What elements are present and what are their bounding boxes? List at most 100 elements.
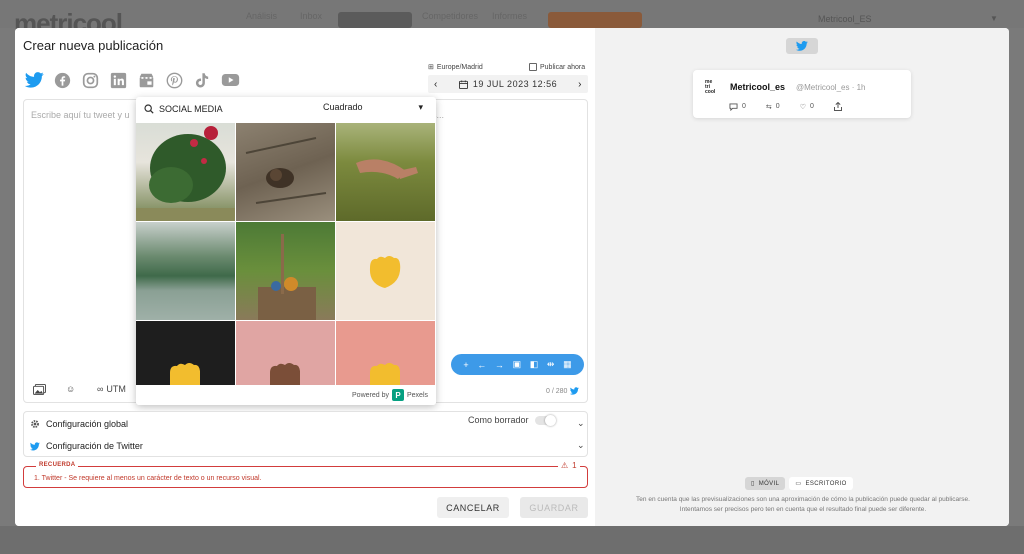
calendar-icon [458, 79, 468, 89]
arrow-left-icon[interactable]: ← [477, 360, 486, 370]
photo-thumbnail[interactable] [236, 222, 335, 320]
twitter-icon[interactable] [24, 70, 44, 90]
checkbox-icon [529, 63, 537, 71]
timezone-selector[interactable]: ⊞ Europe/Madrid [428, 63, 483, 72]
pexels-label: Pexels [406, 391, 428, 399]
gear-icon [31, 420, 39, 428]
format-select-value: Cuadrado [323, 102, 363, 112]
save-button[interactable]: GUARDAR [520, 497, 588, 518]
photo-thumbnail[interactable] [336, 123, 435, 221]
photo-thumbnail[interactable] [136, 222, 235, 320]
utm-button[interactable]: ∞ UTM [97, 384, 126, 394]
media-format-toolbar: + ← → ▣ ◧ ⇹ ▦ [451, 354, 584, 375]
preview-account-handle: @Metricool_es · 1h [796, 83, 866, 92]
tiktok-icon[interactable] [192, 70, 212, 90]
preview-network-tab[interactable] [786, 38, 818, 54]
preview-panel: me tri cool Metricool_es @Metricool_es ·… [595, 28, 1009, 526]
phone-icon: ▯ [751, 481, 755, 487]
picker-search-input[interactable] [159, 104, 279, 114]
chevron-down-icon[interactable]: ⌄ [577, 440, 585, 451]
avatar-line: cool [705, 89, 716, 95]
chevron-down-icon[interactable]: ⌄ [577, 418, 585, 429]
reminder-count: ⚠ 1 [558, 461, 580, 470]
photo-thumbnail[interactable] [236, 123, 335, 221]
date-value: 19 JUL 2023 12:56 [472, 79, 558, 89]
globe-icon: ⊞ [428, 64, 434, 71]
powered-by-label: Powered by [352, 391, 389, 399]
global-config-label: Configuración global [46, 419, 129, 429]
facebook-icon[interactable] [52, 70, 72, 90]
network-selector [24, 70, 240, 90]
like-action: ♡ 0 [800, 102, 814, 111]
cancel-button[interactable]: CANCELAR [437, 497, 509, 518]
photo-thumbnail[interactable] [236, 321, 335, 387]
background-topbar: metricool Análisis Inbox Competidores In… [0, 0, 1024, 38]
utm-label: UTM [106, 384, 126, 394]
background-nav-active [338, 12, 412, 28]
avatar: me tri cool [705, 80, 721, 96]
background-account: Metricool_ES [818, 14, 872, 24]
picker-search [144, 102, 279, 116]
reminder-message: 1. Twitter - Se requiere al menos un car… [34, 475, 262, 482]
date-display[interactable]: 19 JUL 2023 12:56 [458, 79, 558, 89]
twitter-config-row[interactable]: Configuración de Twitter [30, 437, 143, 455]
emoji-button[interactable]: ☺ [66, 384, 75, 394]
publish-now-label: Publicar ahora [540, 63, 586, 71]
like-count: 0 [809, 103, 814, 110]
draft-toggle-group: Como borrador [468, 414, 556, 426]
next-date-arrow-icon[interactable]: › [578, 79, 582, 90]
background-nav-informes: Informes [492, 11, 528, 21]
arrow-right-icon[interactable]: → [495, 360, 504, 370]
reminder-count-value: 1 [572, 461, 577, 470]
tab-mobile-label: MÓVIL [758, 480, 780, 487]
create-post-modal: Crear nueva publicación ⊞ Europe/Madrid … [15, 28, 1009, 526]
add-media-button[interactable] [33, 384, 46, 395]
add-icon[interactable]: + [463, 360, 468, 370]
twitter-config-label: Configuración de Twitter [46, 441, 143, 451]
spacing-icon[interactable]: ⇹ [547, 359, 555, 370]
crop-icon[interactable]: ▣ [513, 359, 522, 370]
global-config-row[interactable]: Configuración global [30, 415, 128, 433]
draft-toggle[interactable] [534, 414, 556, 426]
google-business-icon[interactable] [136, 70, 156, 90]
link-icon: ∞ [97, 384, 104, 394]
photo-thumbnail[interactable] [136, 123, 235, 221]
modal-title: Crear nueva publicación [23, 38, 164, 53]
youtube-icon[interactable] [220, 70, 240, 90]
format-select[interactable]: Cuadrado ▾ [323, 102, 423, 113]
image-icon [33, 384, 46, 395]
background-nav-competidores: Competidores [422, 11, 479, 21]
publish-now-checkbox[interactable]: Publicar ahora [529, 63, 585, 71]
pexels-attribution[interactable]: Powered by P Pexels [136, 385, 436, 405]
photo-thumbnail[interactable] [336, 321, 435, 387]
retweet-count: 0 [775, 103, 780, 110]
timezone-label: Europe/Madrid [436, 63, 483, 71]
tab-desktop[interactable]: ▭ ESCRITORIO [789, 477, 853, 490]
photo-grid [136, 123, 436, 387]
tab-mobile[interactable]: ▯ MÓVIL [745, 477, 786, 490]
draft-label: Como borrador [468, 415, 529, 425]
linkedin-icon[interactable] [108, 70, 128, 90]
photo-thumbnail[interactable] [336, 222, 435, 320]
share-action [833, 102, 842, 111]
stock-media-picker: Cuadrado ▾ [136, 97, 436, 405]
search-icon [144, 104, 154, 114]
prev-date-arrow-icon[interactable]: ‹ [434, 79, 438, 90]
background-bottom [0, 526, 1024, 554]
split-icon[interactable]: ◧ [530, 359, 539, 370]
pinterest-icon[interactable] [164, 70, 184, 90]
tweet-preview-card: me tri cool Metricool_es @Metricool_es ·… [693, 70, 911, 118]
emoji-icon: ☺ [66, 384, 76, 394]
background-nav-analisis: Análisis [246, 11, 278, 21]
char-count-value: 0 / 280 [546, 387, 568, 395]
preview-disclaimer: Ten en cuenta que las previsualizaciones… [613, 495, 993, 515]
pexels-logo-icon: P [391, 389, 404, 401]
preview-note-line: Intentamos ser precisos pero ten en cuen… [679, 506, 927, 513]
tab-desktop-label: ESCRITORIO [805, 480, 847, 487]
twitter-icon [30, 441, 40, 450]
monitor-icon: ▭ [795, 481, 802, 487]
instagram-icon[interactable] [80, 70, 100, 90]
photo-thumbnail[interactable] [136, 321, 235, 387]
editor-placeholder: Escribe aquí tu tweet y u [31, 110, 130, 120]
grid-icon[interactable]: ▦ [563, 359, 572, 370]
